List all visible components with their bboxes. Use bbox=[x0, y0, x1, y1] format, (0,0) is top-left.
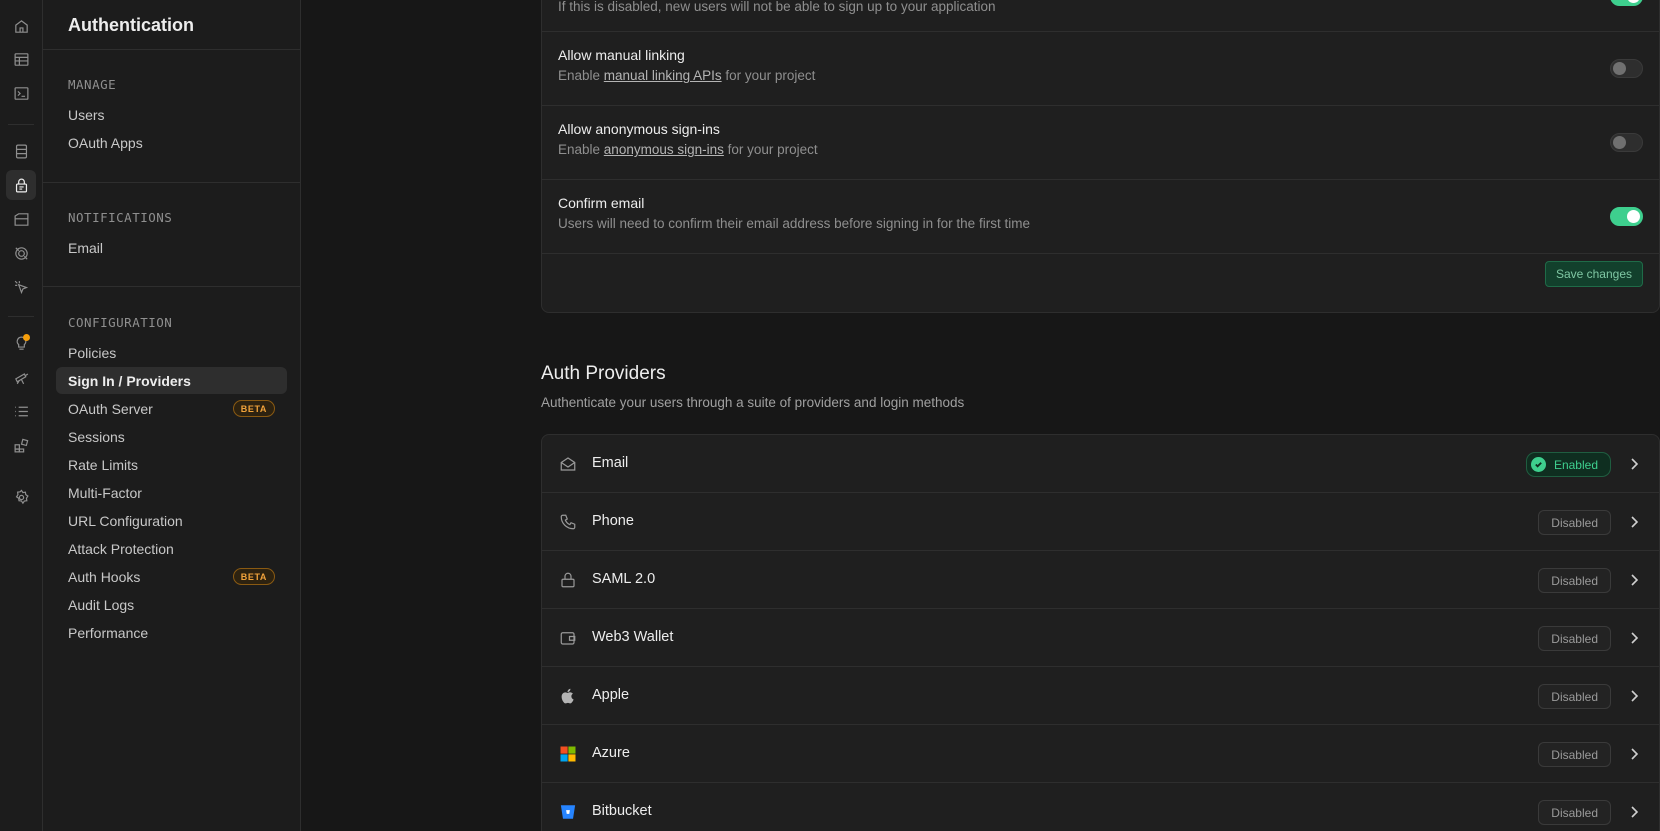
provider-row-phone[interactable]: Phone Disabled bbox=[542, 493, 1659, 551]
allow-signups-row: If this is disabled, new users will not … bbox=[542, 0, 1659, 32]
auth-sidebar: Authentication MANAGE Users OAuth Apps N… bbox=[43, 0, 301, 831]
home-icon[interactable] bbox=[6, 11, 36, 41]
setting-title: Confirm email bbox=[558, 195, 645, 211]
wallet-icon bbox=[558, 628, 578, 648]
sidebar-item-label: OAuth Server bbox=[68, 400, 153, 417]
storage-icon[interactable] bbox=[6, 204, 36, 234]
sidebar-item-label: Auth Hooks bbox=[68, 568, 141, 585]
chevron-right-icon bbox=[1631, 748, 1639, 760]
sidebar-item-rate-limits[interactable]: Rate Limits bbox=[56, 451, 287, 478]
chevron-right-icon bbox=[1631, 458, 1639, 470]
sidebar-item-performance[interactable]: Performance bbox=[56, 619, 287, 646]
beta-badge: BETA bbox=[232, 400, 275, 417]
sidebar-item-sign-in-providers[interactable]: Sign In / Providers bbox=[56, 367, 287, 394]
confirm-email-toggle[interactable] bbox=[1610, 207, 1643, 226]
section-heading-notifications: NOTIFICATIONS bbox=[68, 210, 173, 225]
edge-functions-icon[interactable] bbox=[6, 272, 36, 302]
table-editor-icon[interactable] bbox=[6, 44, 36, 74]
chevron-right-icon bbox=[1631, 574, 1639, 586]
user-signups-settings-card: If this is disabled, new users will not … bbox=[541, 0, 1660, 313]
chevron-right-icon bbox=[1631, 516, 1639, 528]
sidebar-item-users[interactable]: Users bbox=[56, 101, 287, 128]
provider-row-apple[interactable]: Apple Disabled bbox=[542, 667, 1659, 725]
logs-icon[interactable] bbox=[6, 396, 36, 426]
allow-signups-toggle[interactable] bbox=[1610, 0, 1643, 6]
advisors-icon[interactable] bbox=[6, 328, 36, 358]
sidebar-item-policies[interactable]: Policies bbox=[56, 339, 287, 366]
check-circle-icon bbox=[1530, 457, 1546, 472]
provider-name: Bitbucket bbox=[592, 803, 652, 819]
setting-title: Allow anonymous sign-ins bbox=[558, 121, 720, 137]
status-badge: Disabled bbox=[1538, 684, 1611, 709]
setting-description: Enable manual linking APIs for your proj… bbox=[558, 68, 816, 83]
provider-row-azure[interactable]: Azure Disabled bbox=[542, 725, 1659, 783]
provider-row-bitbucket[interactable]: Bitbucket Disabled bbox=[542, 783, 1659, 831]
status-badge: Disabled bbox=[1538, 742, 1611, 767]
sidebar-title: Authentication bbox=[68, 15, 194, 35]
database-icon[interactable] bbox=[6, 136, 36, 166]
anonymous-signins-link[interactable]: anonymous sign-ins bbox=[604, 142, 724, 157]
integrations-icon[interactable] bbox=[6, 430, 36, 460]
status-badge: Enabled bbox=[1525, 452, 1611, 477]
section-heading-manage: MANAGE bbox=[68, 77, 117, 92]
apple-icon bbox=[558, 686, 578, 706]
anonymous-signins-toggle[interactable] bbox=[1610, 133, 1643, 152]
mail-icon bbox=[558, 454, 578, 474]
authentication-icon[interactable] bbox=[6, 170, 36, 200]
lock-icon bbox=[558, 570, 578, 590]
microsoft-icon bbox=[558, 744, 578, 764]
setting-description: If this is disabled, new users will not … bbox=[558, 0, 996, 14]
provider-row-saml[interactable]: SAML 2.0 Disabled bbox=[542, 551, 1659, 609]
chevron-right-icon bbox=[1631, 806, 1639, 818]
sidebar-item-email[interactable]: Email bbox=[56, 234, 287, 261]
confirm-email-row: Confirm email Users will need to confirm… bbox=[542, 180, 1659, 254]
sidebar-item-audit-logs[interactable]: Audit Logs bbox=[56, 591, 287, 618]
provider-name: Phone bbox=[592, 513, 634, 529]
auth-providers-subtitle: Authenticate your users through a suite … bbox=[541, 395, 965, 410]
sql-editor-icon[interactable] bbox=[6, 78, 36, 108]
realtime-icon[interactable] bbox=[6, 238, 36, 268]
provider-name: SAML 2.0 bbox=[592, 571, 656, 587]
section-heading-configuration: CONFIGURATION bbox=[68, 315, 173, 330]
save-changes-button[interactable]: Save changes bbox=[1544, 261, 1643, 287]
sidebar-item-url-configuration[interactable]: URL Configuration bbox=[56, 507, 287, 534]
provider-name: Email bbox=[592, 455, 629, 471]
status-badge: Disabled bbox=[1538, 568, 1611, 593]
sidebar-item-auth-hooks[interactable]: Auth Hooks BETA bbox=[56, 563, 287, 590]
anonymous-signins-row: Allow anonymous sign-ins Enable anonymou… bbox=[542, 106, 1659, 180]
sidebar-item-multi-factor[interactable]: Multi-Factor bbox=[56, 479, 287, 506]
provider-name: Web3 Wallet bbox=[592, 629, 674, 645]
provider-row-email[interactable]: Email Enabled bbox=[542, 435, 1659, 493]
phone-icon bbox=[558, 512, 578, 532]
auth-providers-list: Email Enabled Phone Disabled SAML 2.0 Di… bbox=[541, 434, 1660, 831]
provider-name: Apple bbox=[592, 687, 630, 703]
status-text: Enabled bbox=[1553, 457, 1598, 472]
observability-icon[interactable] bbox=[6, 362, 36, 392]
sidebar-item-oauth-apps[interactable]: OAuth Apps bbox=[56, 129, 287, 156]
setting-description: Enable anonymous sign-ins for your proje… bbox=[558, 142, 818, 157]
beta-badge: BETA bbox=[232, 568, 275, 585]
bitbucket-icon bbox=[558, 802, 578, 822]
status-badge: Disabled bbox=[1538, 510, 1611, 535]
status-badge: Disabled bbox=[1538, 626, 1611, 651]
sidebar-item-sessions[interactable]: Sessions bbox=[56, 423, 287, 450]
status-badge: Disabled bbox=[1538, 800, 1611, 825]
chevron-right-icon bbox=[1631, 632, 1639, 644]
sidebar-item-oauth-server[interactable]: OAuth Server BETA bbox=[56, 395, 287, 422]
chevron-right-icon bbox=[1631, 690, 1639, 702]
manual-linking-toggle[interactable] bbox=[1610, 59, 1643, 78]
provider-row-web3-wallet[interactable]: Web3 Wallet Disabled bbox=[542, 609, 1659, 667]
sidebar-item-attack-protection[interactable]: Attack Protection bbox=[56, 535, 287, 562]
icon-rail bbox=[0, 0, 43, 831]
auth-providers-title: Auth Providers bbox=[541, 363, 666, 384]
setting-title: Allow manual linking bbox=[558, 47, 685, 63]
setting-description: Users will need to confirm their email a… bbox=[558, 216, 1030, 231]
manual-linking-row: Allow manual linking Enable manual linki… bbox=[542, 32, 1659, 106]
settings-icon[interactable] bbox=[6, 482, 36, 512]
provider-name: Azure bbox=[592, 745, 630, 761]
manual-linking-link[interactable]: manual linking APIs bbox=[604, 68, 722, 83]
